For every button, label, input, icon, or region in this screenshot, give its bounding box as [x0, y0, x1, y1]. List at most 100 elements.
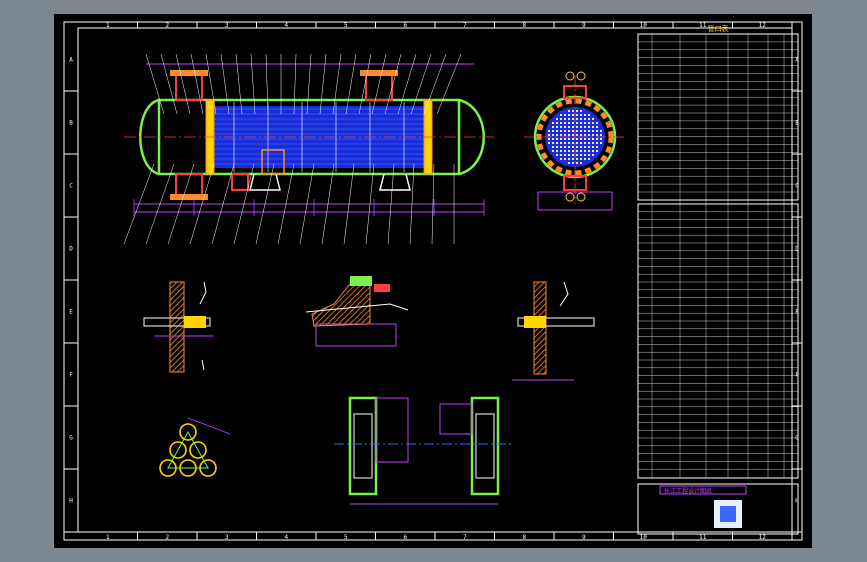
tube-hole — [583, 153, 587, 157]
leader-top — [371, 53, 387, 115]
tube-hole — [563, 125, 567, 129]
zone-row-left: B — [69, 120, 73, 127]
zone-col-bottom: 10 — [640, 534, 648, 541]
inlet-nozzle-left — [175, 73, 203, 101]
tube-hole — [567, 161, 571, 165]
tube-hole — [579, 133, 583, 137]
tube-hole — [571, 161, 575, 165]
tube-hole — [575, 149, 579, 153]
tube-hole — [587, 149, 591, 153]
zone-col-bottom: 11 — [699, 534, 707, 541]
main-elevation-view — [123, 53, 494, 245]
tube-hole — [571, 129, 575, 133]
zone-row-left: F — [69, 372, 73, 379]
zone-col-bottom: 6 — [403, 534, 407, 541]
zone-row-right: D — [795, 246, 799, 253]
leader-top — [397, 53, 417, 115]
tube-hole — [559, 133, 563, 137]
heat-exchanger-drawing: 112233445566778899101011111212 A AB BC CD DE… — [63, 21, 803, 541]
leader-top — [220, 53, 230, 115]
tube-hole — [571, 133, 575, 137]
tube-hole — [555, 149, 559, 153]
tube-hole — [567, 109, 571, 113]
tube-hole — [583, 137, 587, 141]
tube-hole — [559, 125, 563, 129]
tube-hole — [563, 129, 567, 133]
zone-row-right: E — [795, 309, 799, 316]
leader-top — [175, 53, 191, 115]
drawing-sheet[interactable]: 1 1 2 2 3 3 4 4 5 5 6 6 7 7 8 8 9 9 10 10 11 11 12 12 AABBCCDDE… — [54, 14, 812, 548]
tube-hole — [583, 113, 587, 117]
label-bubble-a — [565, 71, 575, 81]
tube-hole — [567, 145, 571, 149]
tube-hole — [555, 137, 559, 141]
parts-table-area: 管口表 长江工程设计图纸 — [637, 24, 799, 535]
tube-hole — [579, 113, 583, 117]
zone-col-top: 12 — [759, 22, 767, 29]
tube-hole — [587, 141, 591, 145]
tube-hole — [555, 129, 559, 133]
tube-hole — [583, 157, 587, 161]
label-bubble-d — [576, 192, 586, 202]
detail-flange-right — [512, 281, 595, 381]
zone-row-left: E — [69, 309, 73, 316]
tube-hole — [595, 133, 599, 137]
zone-col-top: 9 — [582, 22, 586, 29]
tube-hole — [579, 145, 583, 149]
tube-hole — [587, 133, 591, 137]
tube-hole — [583, 149, 587, 153]
tube-hole — [591, 137, 595, 141]
zone-row-right: B — [795, 120, 799, 127]
tube-hole — [579, 141, 583, 145]
tube-hole — [579, 149, 583, 153]
zone-col-bottom: 5 — [344, 534, 348, 541]
tube-hole — [595, 145, 599, 149]
tube-hole — [591, 125, 595, 129]
tube-hole — [595, 137, 599, 141]
detail-right-gasket — [524, 316, 546, 328]
tube-hole — [575, 145, 579, 149]
label-bubble-c — [565, 192, 575, 202]
tube-hole — [571, 145, 575, 149]
nozzle-section-hatch — [311, 283, 371, 327]
nozzle-flange-left — [170, 70, 208, 76]
zone-col-top: 5 — [344, 22, 348, 29]
baffle-dim-box-left — [375, 397, 409, 463]
baffle-left-inner — [353, 413, 373, 479]
tube-hole — [587, 117, 591, 121]
nozzle-section-cap-right — [374, 284, 390, 292]
cad-viewport[interactable]: 1 1 2 2 3 3 4 4 5 5 6 6 7 7 8 8 9 9 10 10 11 11 12 12 AABBCCDDE… — [0, 0, 867, 562]
tube-hole — [551, 145, 555, 149]
tube-hole — [579, 153, 583, 157]
tube-hole — [551, 133, 555, 137]
zone-col-top: 8 — [522, 22, 526, 29]
tube-hole — [591, 133, 595, 137]
tube-hole — [587, 145, 591, 149]
qr-code-core — [720, 506, 736, 522]
tube-hole — [575, 109, 579, 113]
leader-top — [293, 53, 297, 115]
leader-top — [345, 53, 357, 115]
zone-row-left: C — [69, 183, 73, 190]
baffle-detail — [334, 396, 514, 505]
zone-col-bottom: 2 — [165, 534, 169, 541]
tube-hole — [575, 153, 579, 157]
tube-hole — [567, 129, 571, 133]
zone-col-bottom: 12 — [759, 534, 767, 541]
leader-top — [358, 53, 372, 115]
bill-of-materials — [637, 203, 799, 479]
tube-hole — [571, 109, 575, 113]
tube-hole — [555, 153, 559, 157]
nozzle-section-cap — [350, 276, 372, 286]
tube-hole — [575, 161, 579, 165]
zone-col-top: 3 — [225, 22, 229, 29]
tube-hole — [547, 129, 551, 133]
detail-right-break — [559, 281, 569, 307]
tube-hole — [579, 117, 583, 121]
leader-top — [332, 53, 342, 115]
tube-hole — [559, 129, 563, 133]
tube-hole — [591, 129, 595, 133]
tube-hole — [555, 145, 559, 149]
zone-row-left: H — [69, 498, 73, 505]
tube-hole — [571, 153, 575, 157]
